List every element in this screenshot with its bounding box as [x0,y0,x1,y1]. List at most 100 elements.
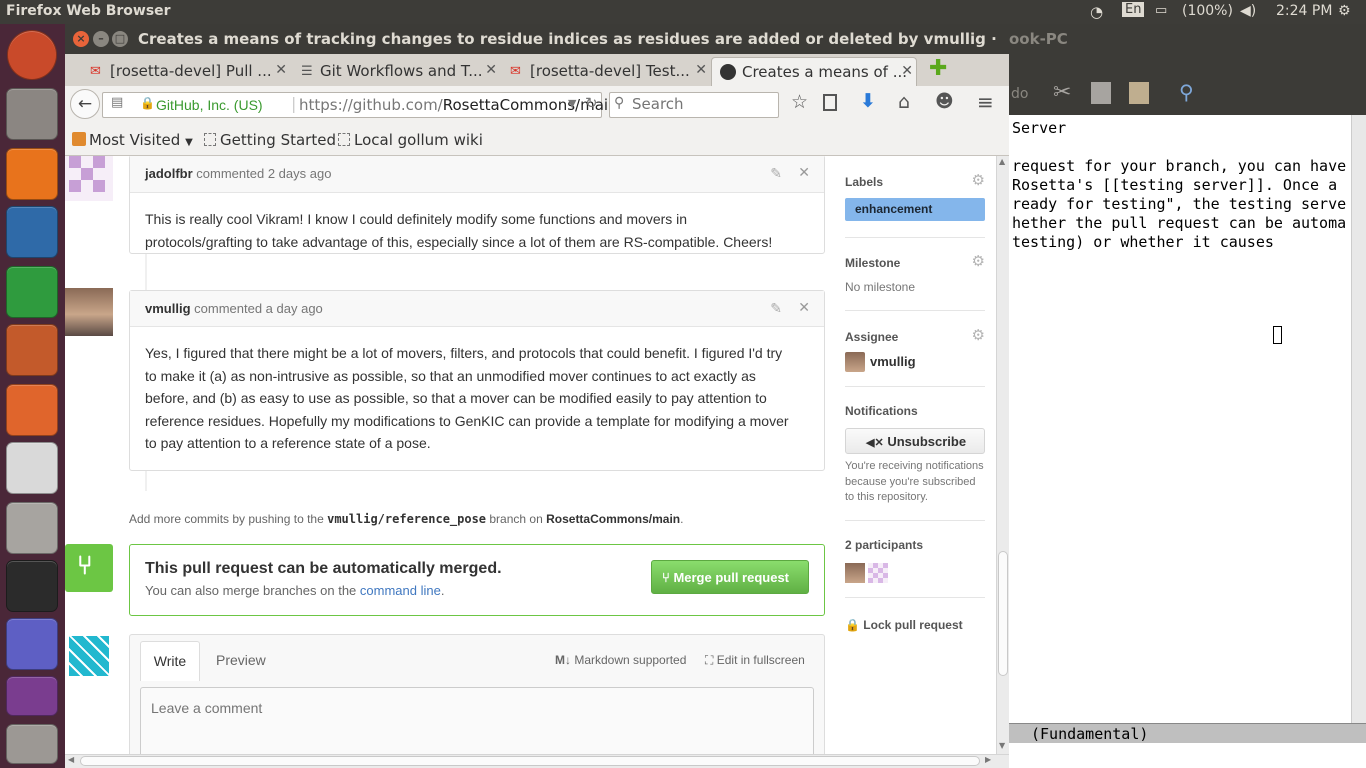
padlock-icon: 🔒 [845,618,860,632]
bookmarks-menu-icon[interactable] [823,94,837,111]
gear-icon[interactable]: ⚙ [972,252,985,270]
tab-git-workflows[interactable]: ☰ Git Workflows and T... ✕ [295,57,500,86]
close-tab-icon[interactable]: ✕ [275,62,287,78]
unsubscribe-button[interactable]: ◀✕ Unsubscribe [845,428,985,454]
copy-icon[interactable] [1091,82,1111,104]
url-bar[interactable]: ▤ 🔒 GitHub, Inc. (US) | https://github.c… [102,92,623,118]
site-identity-icon[interactable]: ▤ [111,95,123,110]
label-enhancement[interactable]: enhancement [845,198,985,221]
home-icon[interactable]: ⌂ [898,91,910,113]
commits-hint-middle: branch on [486,512,547,526]
search-input[interactable] [632,95,772,113]
maximize-window-icon[interactable]: □ [112,31,128,47]
emacs-icon[interactable] [6,618,58,670]
bookmark-local-gollum-wiki[interactable]: Local gollum wiki [354,131,483,149]
most-visited-button[interactable]: Most Visited ▼ [89,131,193,149]
downloads-icon[interactable]: ⬇ [860,90,876,112]
assignee-name: vmullig [870,354,916,369]
software-center-icon[interactable] [6,384,58,436]
search-engine-icon[interactable]: ⚲ [614,95,624,111]
assignee-user[interactable]: vmullig [845,352,985,374]
minimize-window-icon[interactable]: – [93,31,109,47]
delete-icon[interactable]: ✕ [798,164,810,181]
wifi-icon[interactable]: ◔ [1090,3,1103,21]
close-tab-icon[interactable]: ✕ [901,63,913,79]
chat-icon[interactable]: ☻ [935,91,954,112]
files-icon[interactable] [6,88,58,140]
comment-author[interactable]: jadolfbr [145,166,193,181]
lock-pull-request-link[interactable]: 🔒 Lock pull request [845,618,963,632]
firefox-icon[interactable] [6,148,58,200]
comment-author[interactable]: vmullig [145,301,191,316]
writer-icon[interactable] [6,206,58,258]
markdown-supported-link[interactable]: M↓ Markdown supported [555,653,686,667]
scroll-thumb[interactable] [80,756,980,766]
avatar-vmullig[interactable] [65,288,113,336]
emacs-line-4: Rosetta's [[testing server]]. Once a [1012,176,1338,194]
back-button[interactable]: ← [70,89,100,119]
repo-name[interactable]: RosettaCommons/main [546,512,680,526]
page-horizontal-scrollbar[interactable]: ◀ ▶ [65,754,1009,768]
search-icon[interactable]: ⚲ [1179,80,1194,104]
yahoo-mail-icon[interactable] [6,676,58,716]
notifications-heading: Notifications [845,404,918,418]
workspaces-icon[interactable] [6,724,58,764]
tab-rosetta-devel-test[interactable]: ✉ [rosetta-devel] Test... ✕ [505,57,710,86]
delete-icon[interactable]: ✕ [798,299,810,316]
edit-icon[interactable]: ✎ [770,165,782,182]
system-settings-icon[interactable] [6,502,58,554]
scroll-up-icon[interactable]: ▲ [999,157,1005,166]
tab-preview[interactable]: Preview [216,652,266,668]
edit-icon[interactable]: ✎ [770,300,782,317]
merge-status-icon: ⑂ [65,544,113,592]
menu-icon[interactable]: ≡ [977,90,994,114]
emacs-window: ook-PC do ✂ ⚲ Server request for your br… [1009,24,1366,768]
emacs-scrollbar[interactable] [1351,115,1366,735]
paste-icon[interactable] [1129,82,1149,104]
amazon-icon[interactable] [6,442,58,494]
comment-meta[interactable]: commented a day ago [194,301,323,316]
avatar [845,352,865,372]
ubuntu-dash-icon[interactable] [7,30,57,80]
close-tab-icon[interactable]: ✕ [485,62,497,78]
impress-icon[interactable] [6,324,58,376]
gear-icon[interactable]: ⚙ [972,171,985,189]
avatar-current-user[interactable] [65,632,113,680]
search-box[interactable]: ⚲ [609,92,779,118]
scroll-left-icon[interactable]: ◀ [68,755,74,764]
scroll-right-icon[interactable]: ▶ [985,755,991,764]
tab-rosetta-devel-pull[interactable]: ✉ [rosetta-devel] Pull ... ✕ [85,57,290,86]
calc-icon[interactable] [6,266,58,318]
milestone-section: Milestone ⚙ [845,252,985,274]
url-dropdown-icon[interactable]: ▼ [568,97,576,110]
power-icon[interactable]: ⚙ [1338,3,1351,19]
tab-creates-a-means[interactable]: Creates a means of ... ✕ [711,57,917,86]
participant-avatar-vmullig[interactable] [845,563,865,583]
volume-icon[interactable]: ◀) [1240,3,1256,19]
scroll-down-icon[interactable]: ▼ [999,741,1005,750]
gear-icon[interactable]: ⚙ [972,326,985,344]
fullscreen-label: Edit in fullscreen [716,653,805,667]
comment-vmullig: vmullig commented a day ago ✎ ✕ Yes, I f… [129,290,825,471]
battery-icon[interactable]: ▭ [1155,3,1167,18]
avatar-jadolfbr[interactable] [65,156,113,201]
tab-write[interactable]: Write [140,641,200,681]
edit-fullscreen-link[interactable]: ⛶ Edit in fullscreen [705,653,805,668]
scroll-thumb[interactable] [998,551,1008,676]
new-tab-icon[interactable]: ✚ [929,56,947,81]
comment-meta[interactable]: commented 2 days ago [196,166,331,181]
reload-icon[interactable]: ↻ [585,94,598,112]
participant-avatar-jadolfbr[interactable] [868,563,888,583]
close-window-icon[interactable]: × [73,31,89,47]
clock[interactable]: 2:24 PM [1276,3,1332,19]
terminal-icon[interactable] [6,560,58,612]
bookmark-getting-started[interactable]: Getting Started [220,131,336,149]
comment-textarea[interactable] [140,687,814,754]
command-line-link[interactable]: command line [360,583,441,598]
bookmark-star-icon[interactable]: ☆ [791,91,808,113]
close-tab-icon[interactable]: ✕ [695,62,707,78]
merge-pull-request-button[interactable]: ⑂ Merge pull request [651,560,809,594]
keyboard-indicator[interactable]: En [1122,2,1145,17]
cut-icon[interactable]: ✂ [1053,80,1071,105]
page-vertical-scrollbar[interactable]: ▲ ▼ [996,156,1009,754]
